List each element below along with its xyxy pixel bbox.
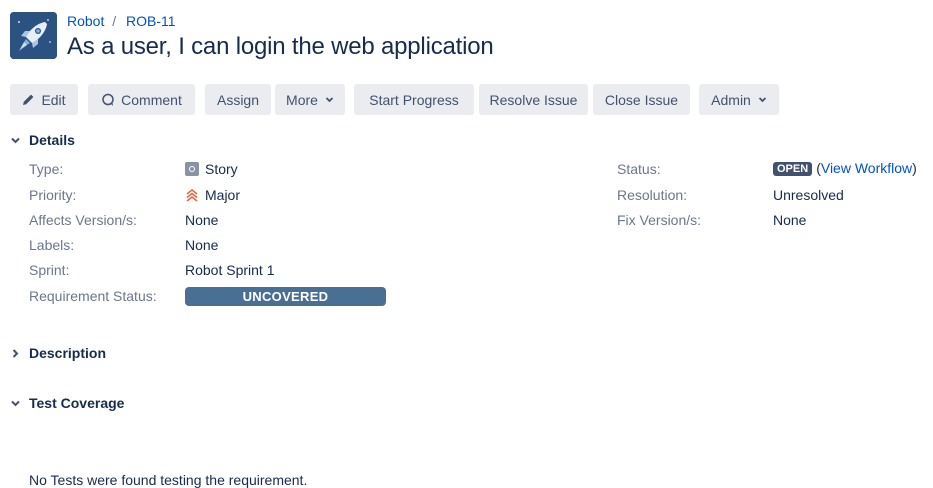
breadcrumb: Robot / ROB-11 (67, 13, 176, 29)
chevron-down-icon (10, 133, 23, 149)
priority-label: Priority: (29, 187, 77, 203)
start-progress-button-label: Start Progress (369, 91, 459, 108)
admin-button-label: Admin (711, 91, 751, 108)
type-value-text: Story (205, 161, 238, 177)
type-value: Story (185, 161, 238, 177)
edit-button[interactable]: Edit (10, 84, 78, 115)
resolution-label: Resolution: (617, 187, 688, 203)
affects-version-value: None (185, 212, 219, 228)
priority-value: Major (185, 187, 240, 203)
assign-button-label: Assign (216, 91, 260, 108)
chevron-down-icon (758, 97, 766, 103)
start-progress-button[interactable]: Start Progress (354, 84, 474, 115)
breadcrumb-separator: / (112, 13, 117, 29)
comment-button[interactable]: Comment (88, 84, 195, 115)
issue-title[interactable]: As a user, I can login the web applicati… (67, 33, 494, 61)
fix-version-label: Fix Version/s: (617, 212, 702, 228)
requirement-status-label: Requirement Status: (29, 288, 157, 304)
resolve-issue-button-label: Resolve Issue (489, 91, 578, 108)
description-section-toggle[interactable]: Description (10, 345, 106, 362)
details-heading: Details (29, 132, 75, 148)
no-tests-message: No Tests were found testing the requirem… (29, 472, 308, 488)
close-issue-button[interactable]: Close Issue (593, 84, 690, 115)
close-issue-button-label: Close Issue (604, 91, 679, 108)
priority-major-icon (186, 188, 198, 202)
breadcrumb-issue-key-link[interactable]: ROB-11 (126, 13, 176, 29)
chevron-down-icon (325, 97, 334, 103)
comment-button-label: Comment (121, 91, 182, 108)
assign-button[interactable]: Assign (205, 84, 271, 115)
story-icon (185, 162, 199, 176)
chevron-down-icon (10, 396, 23, 412)
labels-label: Labels: (29, 237, 75, 253)
view-workflow-link[interactable]: View Workflow (821, 160, 912, 176)
comment-icon (102, 93, 114, 106)
test-coverage-heading: Test Coverage (29, 395, 125, 411)
pencil-icon (23, 94, 34, 105)
details-section-toggle[interactable]: Details (10, 132, 75, 149)
more-button-label: More (286, 91, 318, 108)
description-heading: Description (29, 345, 107, 361)
affects-version-label: Affects Version/s: (29, 212, 137, 228)
test-coverage-section-toggle[interactable]: Test Coverage (10, 395, 124, 412)
requirement-status-bar: UNCOVERED (185, 287, 386, 306)
more-dropdown-button[interactable]: More (275, 84, 345, 115)
fix-version-value[interactable]: None (773, 212, 806, 228)
status-label: Status: (617, 161, 661, 177)
rocket-icon (10, 12, 57, 59)
priority-value-text: Major (205, 187, 241, 203)
view-workflow-close-paren: ) (912, 160, 917, 176)
edit-button-label: Edit (41, 91, 66, 108)
project-avatar[interactable] (10, 12, 57, 59)
admin-dropdown-button[interactable]: Admin (699, 84, 779, 115)
labels-value[interactable]: None (185, 237, 218, 253)
resolve-issue-button[interactable]: Resolve Issue (479, 84, 588, 115)
sprint-value[interactable]: Robot Sprint 1 (185, 262, 275, 278)
breadcrumb-project-link[interactable]: Robot (67, 13, 104, 29)
type-label: Type: (29, 161, 64, 177)
resolution-value: Unresolved (773, 187, 844, 203)
sprint-label: Sprint: (29, 262, 70, 278)
status-lozenge: OPEN (773, 162, 813, 176)
chevron-right-icon (10, 346, 23, 362)
status-value: OPEN (View Workflow) (773, 160, 917, 176)
